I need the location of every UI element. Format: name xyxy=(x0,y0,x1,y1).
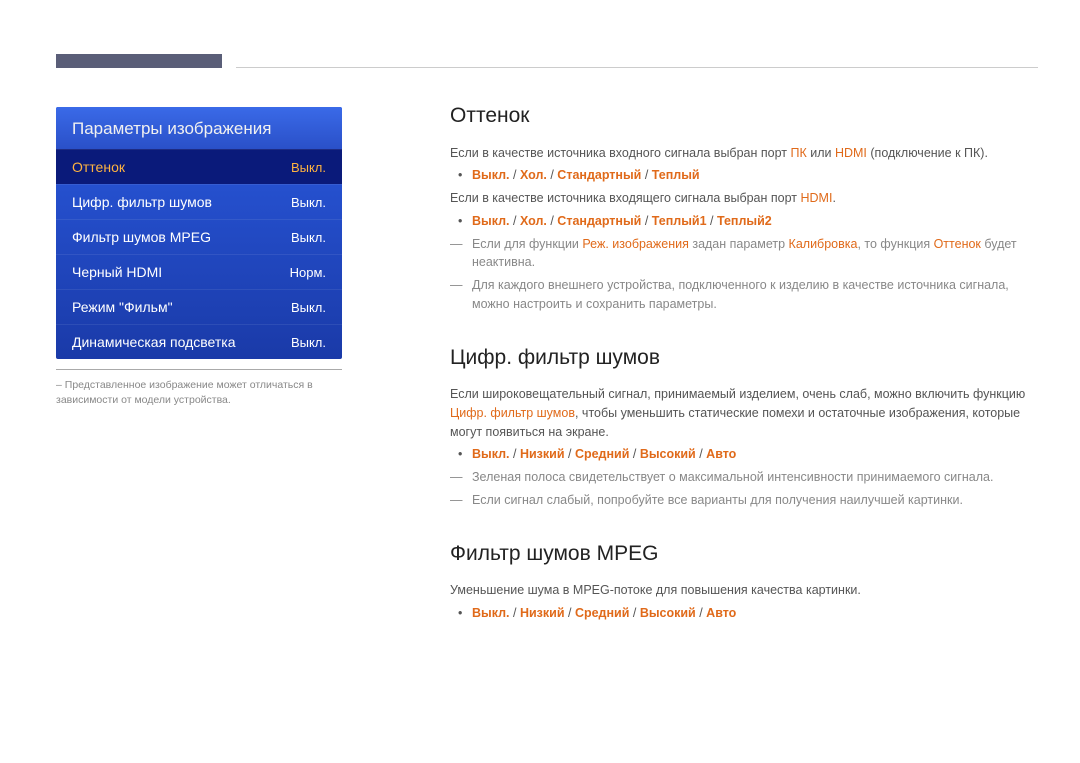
menu-item-value: Выкл. xyxy=(291,335,326,350)
menu-item-dynamic-backlight[interactable]: Динамическая подсветка Выкл. xyxy=(56,324,342,359)
menu-item-label: Фильтр шумов MPEG xyxy=(72,229,211,245)
highlight-feature: Цифр. фильтр шумов xyxy=(450,406,575,420)
section-mpeg: Фильтр шумов MPEG Уменьшение шума в MPEG… xyxy=(450,538,1038,623)
menu-item-label: Режим "Фильм" xyxy=(72,299,173,315)
note-item: Для каждого внешнего устройства, подключ… xyxy=(472,276,1038,314)
line-2: Если в качестве источника входящего сигн… xyxy=(450,189,1038,208)
section-dnf: Цифр. фильтр шумов Если широковещательны… xyxy=(450,342,1038,510)
section-title: Оттенок xyxy=(450,100,1038,132)
settings-menu: Параметры изображения Оттенок Выкл. Цифр… xyxy=(56,107,342,359)
note-item: Если сигнал слабый, попробуйте все вариа… xyxy=(472,491,1038,510)
body-text: Если широковещательный сигнал, принимаем… xyxy=(450,385,1038,441)
menu-item-value: Норм. xyxy=(290,265,326,280)
section-title: Фильтр шумов MPEG xyxy=(450,538,1038,570)
options-list: Выкл. / Низкий / Средний / Высокий / Авт… xyxy=(472,604,1038,623)
menu-item-label: Динамическая подсветка xyxy=(72,334,236,350)
menu-item-value: Выкл. xyxy=(291,160,326,175)
menu-item-black-hdmi[interactable]: Черный HDMI Норм. xyxy=(56,254,342,289)
menu-item-label: Оттенок xyxy=(72,159,125,175)
note-item: Зеленая полоса свидетельствует о максима… xyxy=(472,468,1038,487)
menu-item-label: Черный HDMI xyxy=(72,264,162,280)
menu-item-label: Цифр. фильтр шумов xyxy=(72,194,212,210)
menu-item-value: Выкл. xyxy=(291,195,326,210)
options-list: Выкл. / Хол. / Стандартный / Теплый1 / Т… xyxy=(472,212,1038,231)
section-title: Цифр. фильтр шумов xyxy=(450,342,1038,374)
content-area: Оттенок Если в качестве источника входно… xyxy=(450,100,1038,651)
menu-item-film-mode[interactable]: Режим "Фильм" Выкл. xyxy=(56,289,342,324)
menu-item-mpeg[interactable]: Фильтр шумов MPEG Выкл. xyxy=(56,219,342,254)
header-accent-bar xyxy=(56,54,222,68)
menu-item-ottenok[interactable]: Оттенок Выкл. xyxy=(56,149,342,184)
highlight-hdmi: HDMI xyxy=(835,146,867,160)
image-disclaimer: Представленное изображение может отличат… xyxy=(56,369,342,407)
header-divider xyxy=(236,67,1038,68)
menu-item-value: Выкл. xyxy=(291,230,326,245)
menu-title: Параметры изображения xyxy=(56,107,342,149)
menu-item-dnf[interactable]: Цифр. фильтр шумов Выкл. xyxy=(56,184,342,219)
menu-item-value: Выкл. xyxy=(291,300,326,315)
options-list: Выкл. / Низкий / Средний / Высокий / Авт… xyxy=(472,445,1038,464)
intro-line: Если в качестве источника входного сигна… xyxy=(450,144,1038,163)
highlight-hdmi: HDMI xyxy=(800,191,832,205)
section-ottenok: Оттенок Если в качестве источника входно… xyxy=(450,100,1038,314)
options-list: Выкл. / Хол. / Стандартный / Теплый xyxy=(472,166,1038,185)
highlight-pk: ПК xyxy=(790,146,806,160)
body-text: Уменьшение шума в MPEG-потоке для повыше… xyxy=(450,581,1038,600)
note-item: Если для функции Реж. изображения задан … xyxy=(472,235,1038,273)
